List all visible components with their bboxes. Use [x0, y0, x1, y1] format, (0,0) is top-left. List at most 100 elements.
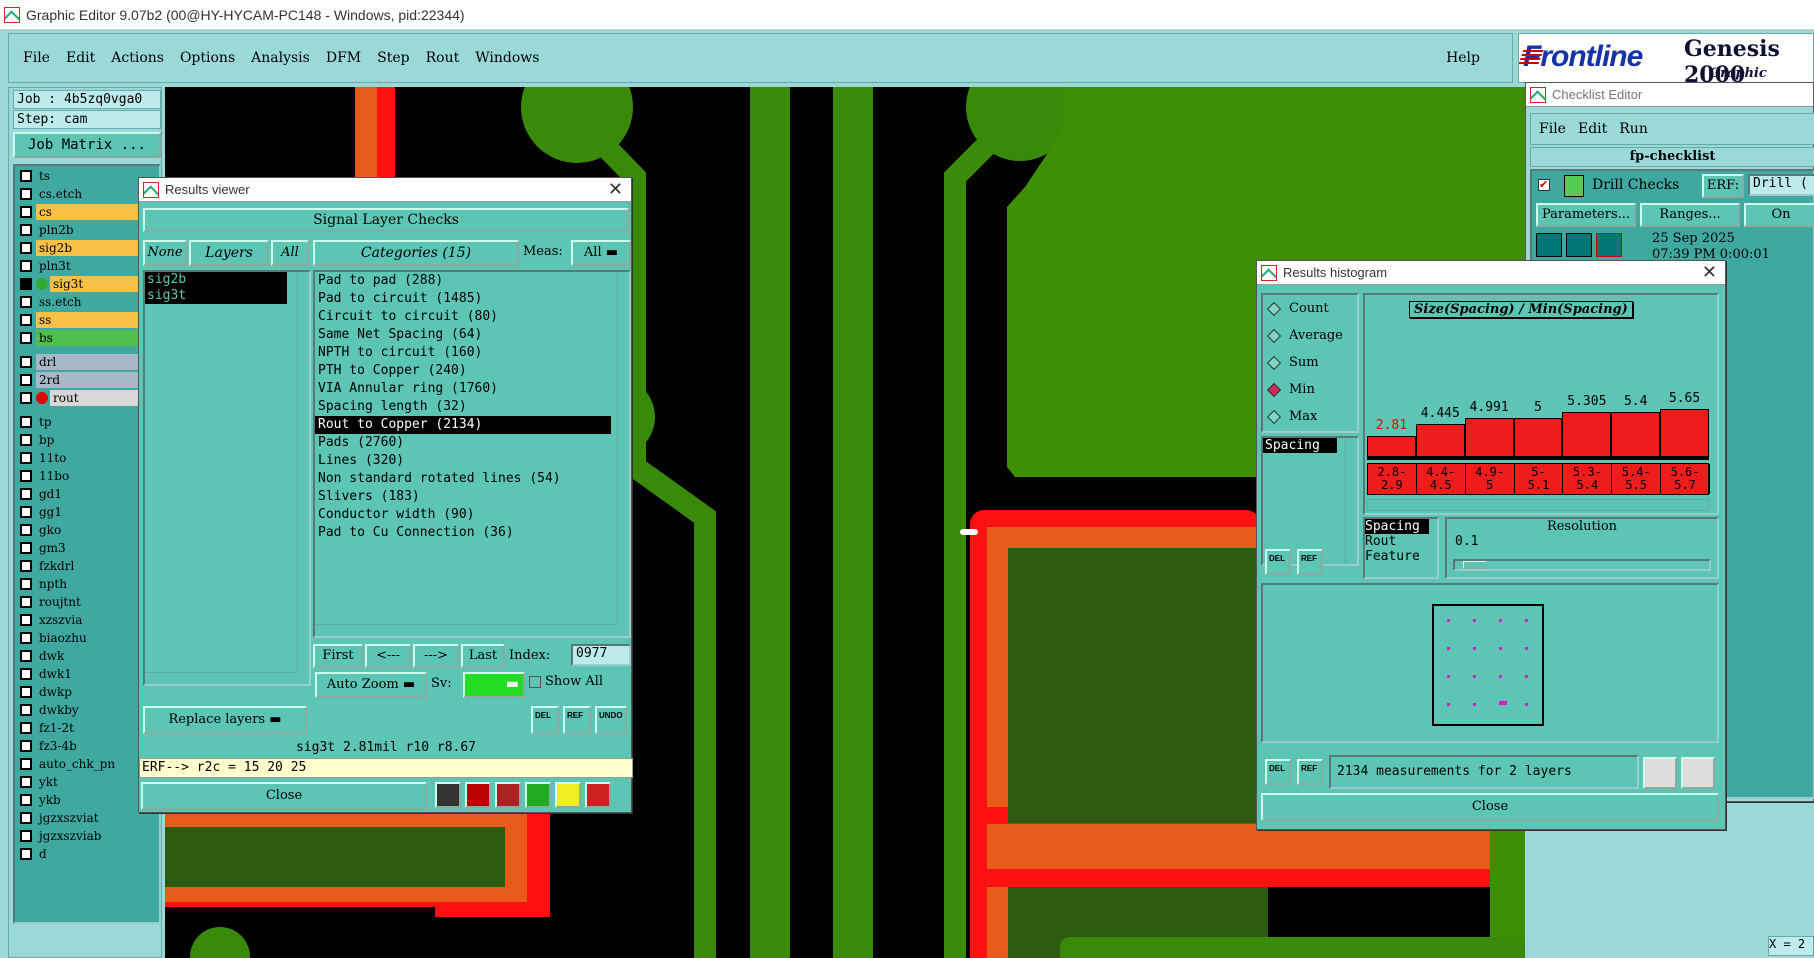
- resolution-slider[interactable]: [1453, 559, 1711, 571]
- hist-ref-button-2[interactable]: REF: [1297, 759, 1323, 785]
- layer-checkbox[interactable]: [20, 704, 32, 716]
- checklist-menu-edit[interactable]: Edit: [1578, 121, 1607, 137]
- category-item[interactable]: Circuit to circuit (80): [315, 308, 611, 326]
- category-item[interactable]: Rout to Copper (2134): [315, 416, 611, 434]
- layer-checkbox[interactable]: [20, 722, 32, 734]
- layer-checkbox[interactable]: [20, 542, 32, 554]
- layer-checkbox[interactable]: [20, 356, 32, 368]
- layer-checkbox[interactable]: [20, 848, 32, 860]
- layer-checkbox[interactable]: [20, 740, 32, 752]
- erf-value[interactable]: Drill (: [1748, 174, 1814, 196]
- checklist-menu-run[interactable]: Run: [1619, 121, 1648, 137]
- erf-button[interactable]: ERF:: [1702, 174, 1744, 198]
- menu-windows[interactable]: Windows: [475, 50, 539, 66]
- layer-checkbox[interactable]: [20, 614, 32, 626]
- menu-edit[interactable]: Edit: [66, 50, 95, 66]
- layer-checkbox[interactable]: [20, 416, 32, 428]
- histogram-icon[interactable]: [585, 782, 611, 808]
- stop-icon[interactable]: [1596, 233, 1622, 257]
- category-item[interactable]: PTH to Copper (240): [315, 362, 611, 380]
- mode-count[interactable]: Count: [1263, 295, 1357, 322]
- layer-checkbox[interactable]: [20, 452, 32, 464]
- ranges-button[interactable]: Ranges...: [1640, 203, 1740, 227]
- mode-min[interactable]: Min: [1263, 376, 1357, 403]
- layer-checkbox[interactable]: [20, 188, 32, 200]
- type-feature[interactable]: Feature: [1365, 549, 1437, 564]
- layer-name[interactable]: d: [36, 846, 159, 862]
- histogram-close-button[interactable]: Close: [1261, 793, 1719, 821]
- layer-checkbox[interactable]: [20, 434, 32, 446]
- layer-list-scrollbar[interactable]: [297, 272, 309, 672]
- layer-checkbox[interactable]: [20, 794, 32, 806]
- histogram-bar[interactable]: [1660, 409, 1709, 457]
- mode-max[interactable]: Max: [1263, 403, 1357, 430]
- cancel-icon[interactable]: [495, 782, 521, 808]
- hist-del-button[interactable]: DEL: [1265, 549, 1291, 575]
- layer-item-sig3t[interactable]: sig3t: [145, 288, 287, 304]
- checklist-menu-file[interactable]: File: [1539, 121, 1566, 137]
- histogram-bar[interactable]: [1611, 412, 1661, 457]
- layer-checkbox[interactable]: [20, 506, 32, 518]
- resolution-slider-thumb[interactable]: [1463, 561, 1487, 569]
- histogram-bar[interactable]: [1367, 436, 1416, 457]
- histogram-bar[interactable]: [1562, 412, 1612, 457]
- layer-checkbox[interactable]: [20, 332, 32, 344]
- histogram-list-scrollbar[interactable]: [1345, 438, 1357, 564]
- run-step-icon[interactable]: [1566, 233, 1592, 257]
- category-item[interactable]: Same Net Spacing (64): [315, 326, 611, 344]
- viewer-close-button[interactable]: Close: [141, 782, 427, 810]
- layer-checkbox[interactable]: [20, 260, 32, 272]
- layer-checkbox[interactable]: [20, 242, 32, 254]
- ref-button[interactable]: REF: [563, 706, 591, 734]
- categories-hscroll[interactable]: [315, 624, 615, 636]
- chart-export-icon[interactable]: [1681, 757, 1715, 789]
- layer-checkbox[interactable]: [20, 758, 32, 770]
- none-button[interactable]: None: [143, 240, 187, 266]
- category-item[interactable]: Slivers (183): [315, 488, 611, 506]
- layer-checkbox[interactable]: [20, 374, 32, 386]
- menu-step[interactable]: Step: [377, 50, 409, 66]
- category-item[interactable]: Pad to circuit (1485): [315, 290, 611, 308]
- type-spacing[interactable]: Spacing: [1365, 519, 1429, 534]
- category-item[interactable]: NPTH to circuit (160): [315, 344, 611, 362]
- on-button[interactable]: On: [1744, 203, 1814, 227]
- replace-layers-select[interactable]: Replace layers ▬: [143, 706, 307, 734]
- layer-checkbox[interactable]: [20, 830, 32, 842]
- drill-checks-checkbox[interactable]: ✔: [1538, 179, 1550, 191]
- hist-ref-button[interactable]: REF: [1297, 549, 1323, 575]
- layer-checkbox[interactable]: [20, 392, 32, 404]
- histogram-list-item[interactable]: Spacing: [1263, 438, 1337, 453]
- layer-checkbox[interactable]: [20, 206, 32, 218]
- layer-checkbox[interactable]: [20, 314, 32, 326]
- job-matrix-button[interactable]: Job Matrix ...: [13, 132, 161, 158]
- layer-checkbox[interactable]: [20, 170, 32, 182]
- category-item[interactable]: Pad to Cu Connection (36): [315, 524, 611, 542]
- auto-zoom-select[interactable]: Auto Zoom ▬: [315, 672, 427, 698]
- histogram-hscroll[interactable]: [1367, 499, 1709, 511]
- prev-button[interactable]: <---: [365, 644, 411, 668]
- index-input[interactable]: 0977: [571, 644, 631, 666]
- menu-analysis[interactable]: Analysis: [251, 50, 310, 66]
- layer-checkbox[interactable]: [20, 650, 32, 662]
- histogram-bar[interactable]: [1464, 418, 1514, 457]
- layer-checkbox[interactable]: [20, 560, 32, 572]
- step-icon[interactable]: [525, 782, 551, 808]
- layer-checkbox[interactable]: [20, 488, 32, 500]
- first-button[interactable]: First: [313, 644, 363, 668]
- show-all-checkbox[interactable]: [529, 676, 541, 688]
- category-item[interactable]: Pads (2760): [315, 434, 611, 452]
- type-rout[interactable]: Rout: [1365, 534, 1437, 549]
- layer-checkbox[interactable]: [20, 668, 32, 680]
- layer-checkbox[interactable]: [20, 278, 32, 290]
- layer-checkbox[interactable]: [20, 296, 32, 308]
- category-item[interactable]: Spacing length (32): [315, 398, 611, 416]
- category-item[interactable]: Conductor width (90): [315, 506, 611, 524]
- category-item[interactable]: VIA Annular ring (1760): [315, 380, 611, 398]
- close-icon[interactable]: ✕: [608, 179, 623, 200]
- mode-average[interactable]: Average: [1263, 322, 1357, 349]
- layer-checkbox[interactable]: [20, 524, 32, 536]
- delete-icon[interactable]: [465, 782, 491, 808]
- last-button[interactable]: Last: [461, 644, 505, 668]
- menu-help[interactable]: Help: [1446, 50, 1480, 66]
- layer-row[interactable]: jgzxszviab: [17, 828, 159, 844]
